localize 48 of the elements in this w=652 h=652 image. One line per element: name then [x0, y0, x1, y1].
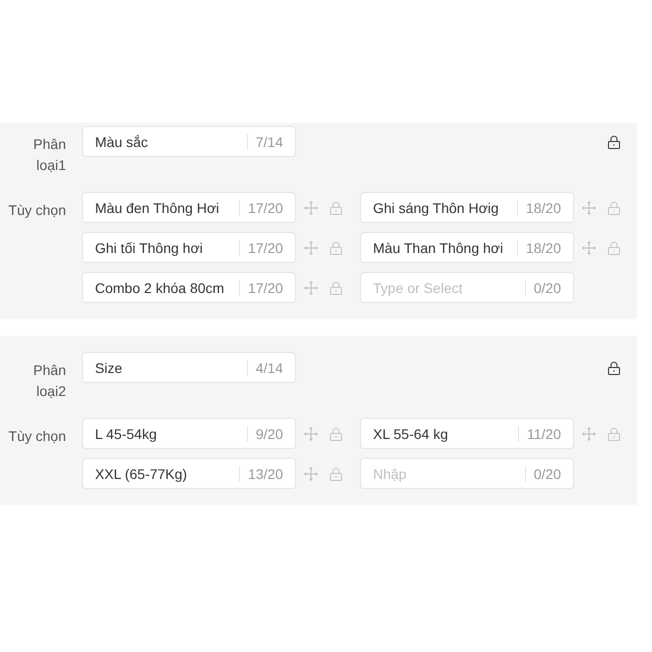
text-field[interactable]: Màu sắc 7/14	[82, 126, 296, 157]
text-field[interactable]: L 45-54kg 9/20	[82, 418, 296, 449]
text-input[interactable]: Màu sắc	[95, 132, 239, 152]
move-icon[interactable]	[304, 280, 318, 294]
character-count: 9/20	[246, 426, 283, 442]
text-field[interactable]: Size 4/14	[82, 352, 296, 383]
character-count: 18/20	[516, 240, 561, 256]
lock-icon[interactable]	[608, 360, 620, 374]
text-field[interactable]: Combo 2 khóa 80cm 17/20	[82, 272, 296, 303]
lock-icon[interactable]	[608, 134, 620, 148]
character-count: 17/20	[238, 240, 283, 256]
text-input[interactable]: Ghi tối Thông hơi	[95, 238, 231, 258]
text-input[interactable]: Nhập	[373, 464, 517, 484]
move-icon[interactable]	[304, 200, 318, 214]
character-count: 11/20	[518, 426, 561, 442]
text-input[interactable]: Màu Than Thông hơi	[373, 238, 509, 258]
text-field[interactable]: Màu Than Thông hơi 18/20	[360, 232, 574, 263]
field-label: Tùy chọn	[7, 201, 66, 220]
text-field[interactable]: Ghi tối Thông hơi 17/20	[82, 232, 296, 263]
character-count: 17/20	[238, 280, 283, 296]
character-count: 18/20	[516, 200, 561, 216]
text-field[interactable]: XXL (65-77Kg) 13/20	[82, 458, 296, 489]
field-label: Tùy chọn	[7, 427, 66, 446]
text-input[interactable]: Màu đen Thông Hơi	[95, 198, 231, 218]
text-input[interactable]: Ghi sáng Thôn Hơig	[373, 198, 509, 218]
move-icon[interactable]	[582, 200, 596, 214]
text-input[interactable]: Type or Select	[373, 278, 517, 298]
move-icon[interactable]	[582, 426, 596, 440]
character-count: 0/20	[524, 466, 561, 482]
move-icon[interactable]	[304, 240, 318, 254]
move-icon[interactable]	[304, 426, 318, 440]
text-input[interactable]: L 45-54kg	[95, 424, 239, 444]
text-field[interactable]: Màu đen Thông Hơi 17/20	[82, 192, 296, 223]
character-count: 13/20	[238, 466, 283, 482]
character-count: 17/20	[238, 200, 283, 216]
move-icon[interactable]	[582, 240, 596, 254]
field-label: Phân loại1	[32, 135, 66, 175]
text-input[interactable]: Combo 2 khóa 80cm	[95, 278, 231, 298]
text-input[interactable]: XXL (65-77Kg)	[95, 464, 231, 484]
character-count: 4/14	[246, 360, 283, 376]
field-label: Phân loại2	[32, 361, 66, 401]
text-field[interactable]: Ghi sáng Thôn Hơig 18/20	[360, 192, 574, 223]
move-icon[interactable]	[304, 466, 318, 480]
text-input[interactable]: Size	[95, 358, 239, 378]
character-count: 7/14	[246, 134, 283, 150]
text-field[interactable]: XL 55-64 kg 11/20	[360, 418, 574, 449]
text-input[interactable]: XL 55-64 kg	[373, 424, 510, 444]
character-count: 0/20	[524, 280, 561, 296]
